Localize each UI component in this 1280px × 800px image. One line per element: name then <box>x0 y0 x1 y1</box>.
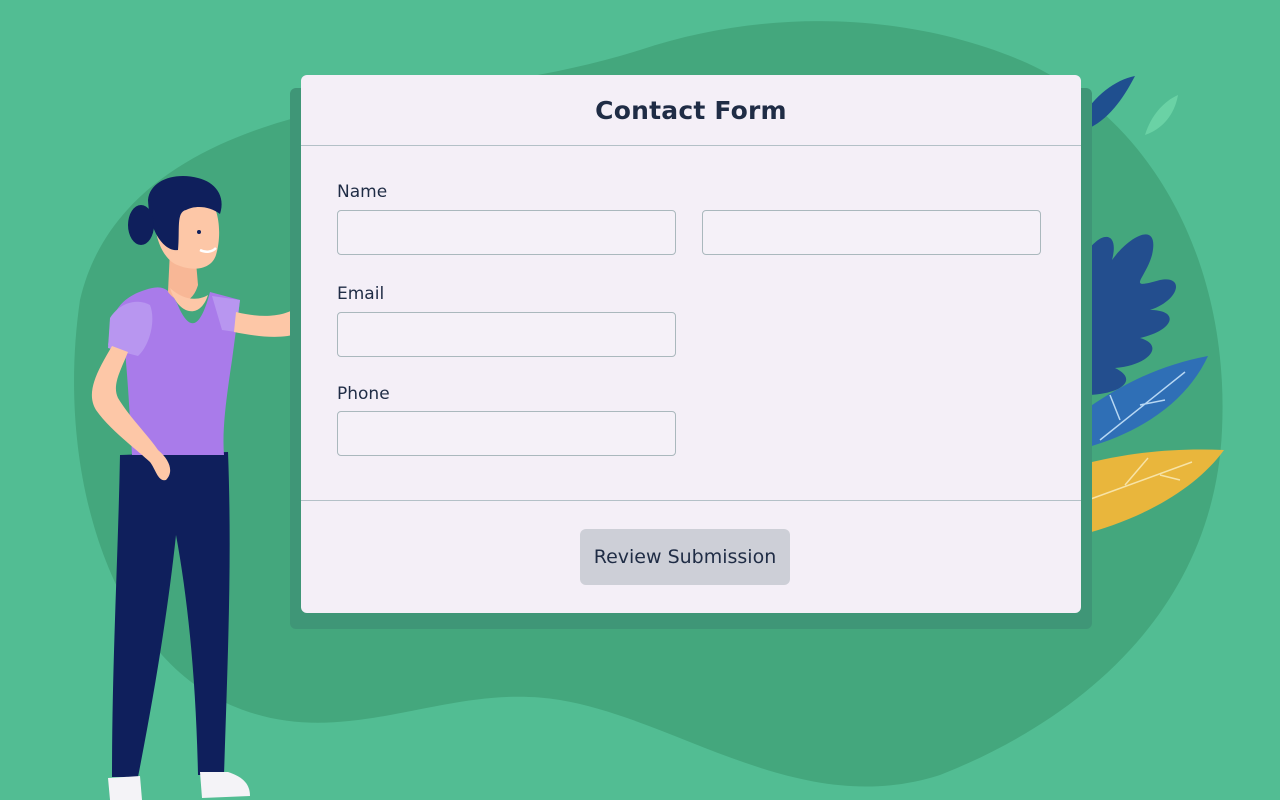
form-title: Contact Form <box>595 95 787 125</box>
email-input[interactable] <box>337 312 676 357</box>
contact-form: Contact Form Name Email Phone Review Sub… <box>301 75 1081 613</box>
phone-input[interactable] <box>337 411 676 456</box>
email-label: Email <box>337 284 385 304</box>
first-name-input[interactable] <box>337 210 676 255</box>
hair-bun <box>128 205 154 245</box>
eye <box>197 230 201 234</box>
right-shoe <box>200 772 250 798</box>
last-name-input[interactable] <box>702 210 1041 255</box>
phone-label: Phone <box>337 384 390 404</box>
form-header: Contact Form <box>301 75 1081 146</box>
form-body: Name Email Phone <box>301 146 1081 501</box>
left-shoe <box>108 776 142 800</box>
name-label: Name <box>337 182 388 202</box>
review-submission-button[interactable]: Review Submission <box>580 529 790 585</box>
form-footer: Review Submission <box>301 501 1081 613</box>
